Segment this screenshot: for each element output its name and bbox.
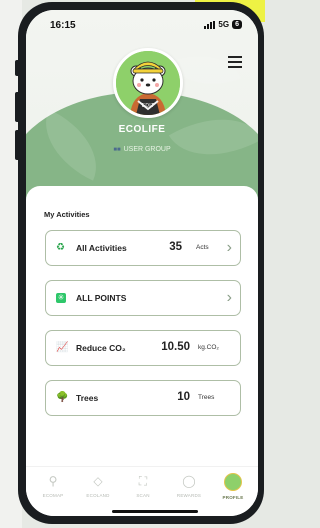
battery-icon: 6 [232, 20, 242, 29]
card-unit: kg.CO₂ [198, 344, 219, 351]
map-pin-icon: ⚲ [48, 474, 58, 488]
tag-icon: ◯ [182, 474, 196, 488]
status-time: 16:15 [50, 20, 76, 31]
user-group-text: USER GROUP [123, 146, 171, 153]
hamburger-menu-icon[interactable] [228, 56, 242, 71]
card-label: All Activities [76, 243, 127, 253]
status-indicators: 5G 6 [204, 20, 242, 29]
network-type: 5G [218, 20, 230, 29]
nav-profile[interactable]: PROFILE [210, 473, 256, 500]
user-group-label: ■■ USER GROUP [26, 146, 258, 153]
user-group-icon: ■■ [113, 147, 121, 153]
chevron-right-icon[interactable]: › [227, 239, 232, 257]
chevron-right-icon[interactable]: › [227, 289, 232, 307]
leaf-decoration [29, 109, 113, 181]
nav-label: PROFILE [222, 495, 244, 500]
card-value: 35 [169, 241, 182, 253]
card-label: ALL POINTS [76, 293, 127, 303]
card-reduce-co2[interactable]: 📈 Reduce CO₂ 10.50 kg.CO₂ [45, 330, 241, 366]
home-indicator [112, 510, 198, 513]
nav-rewards[interactable]: ◯ REWARDS [166, 473, 212, 498]
nav-label: ECOLAND [86, 493, 110, 498]
card-all-activities[interactable]: ♻ All Activities 35 Acts › [45, 230, 241, 266]
leaf-decoration [168, 95, 258, 179]
nav-ecomap[interactable]: ⚲ ECOMAP [30, 473, 76, 498]
profile-avatar[interactable]: EDIT [113, 48, 183, 118]
app-screen: 16:15 5G 6 EDIT ECOLIFE ■■ USER GROUP My… [26, 10, 258, 516]
points-star-icon: ✳ [56, 293, 66, 303]
card-value: 10 [177, 391, 190, 403]
profile-name: ECOLIFE [118, 124, 166, 135]
profile-avatar-icon [224, 473, 242, 491]
card-unit: Acts [196, 244, 209, 251]
card-label: Trees [76, 393, 99, 403]
avatar-edit-label[interactable]: EDIT [116, 103, 180, 109]
bottom-nav: ⚲ ECOMAP ◇ ECOLAND ⛶ SCAN ◯ REWARDS PROF… [26, 466, 258, 516]
card-label: Reduce CO₂ [76, 343, 126, 353]
nav-label: REWARDS [176, 493, 202, 498]
section-title: My Activities [44, 210, 90, 219]
chart-icon: 📈 [56, 342, 69, 353]
land-icon: ◇ [93, 474, 103, 488]
scan-icon: ⛶ [138, 474, 148, 488]
nav-label: ECOMAP [42, 493, 64, 498]
tree-icon: 🌳 [56, 392, 69, 403]
nav-scan[interactable]: ⛶ SCAN [120, 473, 166, 498]
card-unit: Trees [198, 394, 215, 401]
recycle-icon: ♻ [56, 242, 65, 253]
status-bar: 16:15 5G 6 [26, 10, 258, 36]
nav-ecoland[interactable]: ◇ ECOLAND [75, 473, 121, 498]
card-value: 10.50 [161, 341, 190, 353]
card-all-points[interactable]: ✳ ALL POINTS › [45, 280, 241, 316]
card-trees[interactable]: 🌳 Trees 10 Trees [45, 380, 241, 416]
signal-icon [204, 20, 216, 29]
activities-panel: My Activities ♻ All Activities 35 Acts ›… [26, 186, 258, 476]
nav-label: SCAN [136, 493, 150, 498]
